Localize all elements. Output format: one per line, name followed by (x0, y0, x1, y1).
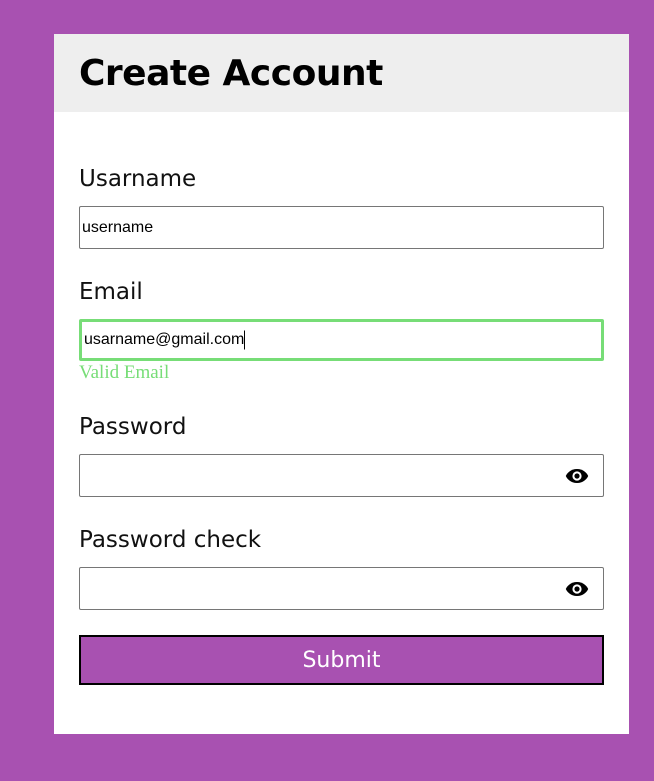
password-input[interactable] (79, 454, 604, 497)
email-value: usarname@gmail.com (84, 331, 245, 349)
username-value: username (82, 218, 154, 236)
password-label: Password (79, 414, 187, 440)
username-input[interactable]: username (79, 206, 604, 249)
password-check-label: Password check (79, 527, 262, 553)
password-check-input[interactable] (79, 567, 604, 610)
eye-icon[interactable] (565, 581, 589, 597)
submit-button[interactable]: Submit (79, 635, 604, 685)
eye-icon[interactable] (565, 468, 589, 484)
email-valid-message: Valid Email (79, 362, 170, 383)
username-label: Usarname (79, 166, 197, 192)
email-label: Email (79, 279, 143, 305)
email-value-wrap: usarname@gmail.com (84, 330, 246, 350)
text-caret (244, 330, 246, 350)
create-account-card: Create Account Usarname username Email u… (54, 34, 629, 734)
card-header: Create Account (54, 34, 629, 112)
page-title: Create Account (79, 52, 383, 94)
email-input[interactable]: usarname@gmail.com (79, 319, 604, 361)
